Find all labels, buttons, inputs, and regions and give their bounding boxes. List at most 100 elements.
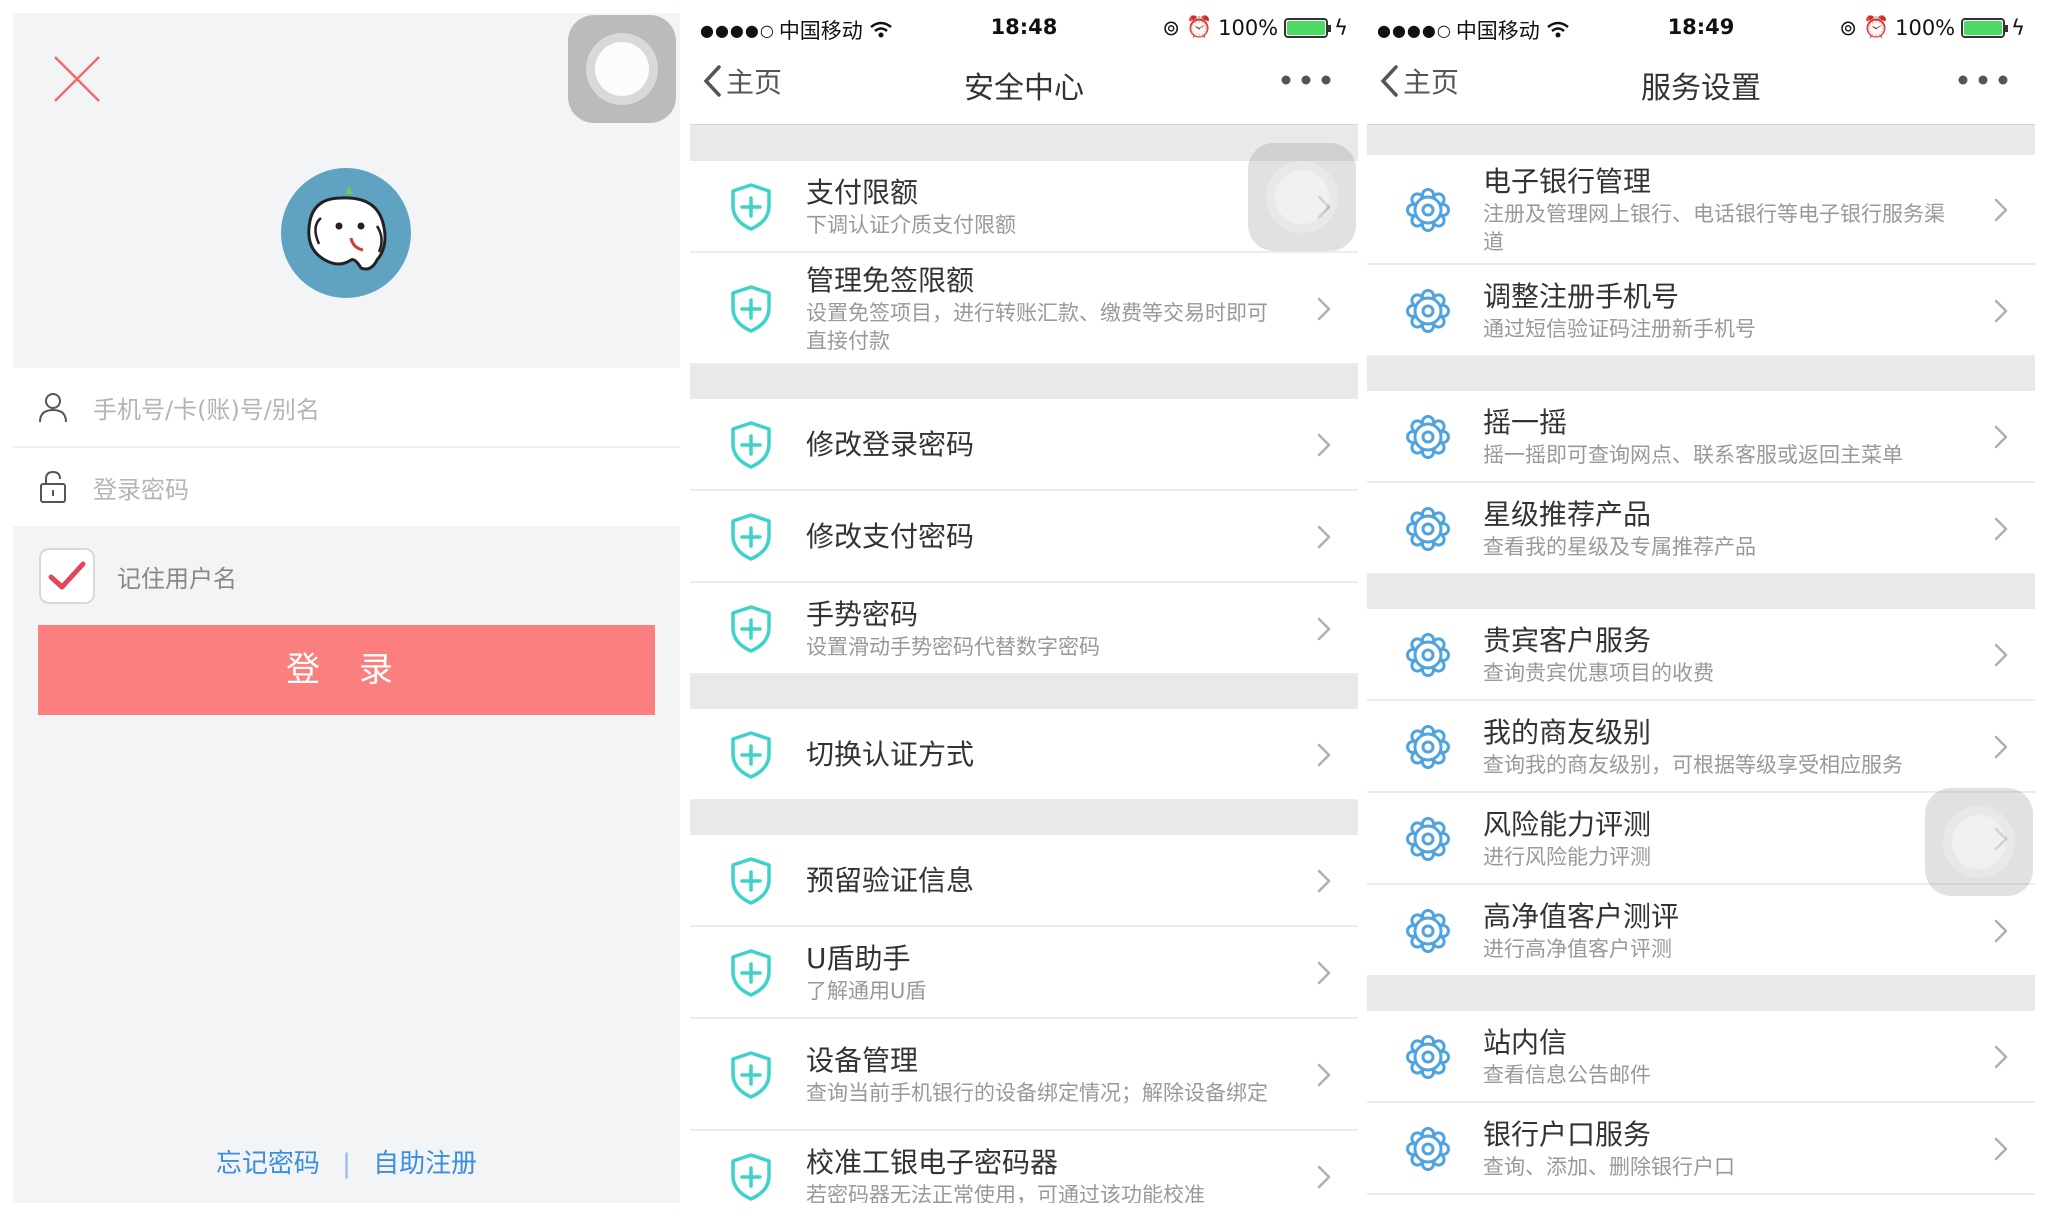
user-icon [39, 393, 67, 423]
username-field[interactable]: 手机号/卡(账)号/别名 [13, 368, 680, 446]
item-title: 风险能力评测 [1483, 808, 1652, 841]
shield-icon [731, 731, 771, 779]
list-item-calibrate-token[interactable]: 校准工银电子密码器 若密码器无法正常使用，可通过该功能校准 [690, 1131, 1358, 1203]
item-title: 调整注册手机号 [1483, 280, 1680, 313]
chevron-right-icon [1317, 1063, 1331, 1087]
list-item-login-password[interactable]: 修改登录密码 [690, 399, 1358, 491]
gear-icon [1406, 909, 1450, 953]
chevron-right-icon [1994, 735, 2008, 759]
item-subtitle: 查询、添加、删除银行户口 [1483, 1155, 1735, 1179]
item-subtitle: 查看我的星级及专属推荐产品 [1483, 535, 1756, 559]
item-title: 站内信 [1483, 1026, 1568, 1059]
gear-icon [1406, 415, 1450, 459]
status-bar: ●●●●○ 中国移动 18:49 ⊚ ⏰ 100% ϟ [1367, 13, 2035, 43]
username-placeholder: 手机号/卡(账)号/别名 [93, 395, 320, 424]
list-item-ushield-assistant[interactable]: U盾助手了解通用U盾 [690, 927, 1358, 1019]
self-register-link[interactable]: 自助注册 [373, 1149, 477, 1179]
section-gap [1367, 977, 2035, 1011]
list-item-shake[interactable]: 摇一摇 摇一摇即可查询网点、联系客服或返回主菜单 [1367, 391, 2035, 483]
password-field[interactable]: 登录密码 [13, 448, 680, 526]
section-gap [690, 365, 1358, 399]
battery-percent: 100% [1895, 15, 1956, 40]
chevron-right-icon [1317, 617, 1331, 641]
login-button[interactable]: 登 录 [38, 625, 655, 715]
assistive-touch-icon[interactable] [1248, 143, 1356, 251]
alarm-icon: ⏰ [1862, 15, 1890, 39]
list-item-star-products[interactable]: 星级推荐产品查看我的星级及专属推荐产品 [1367, 483, 2035, 575]
list-item-ebank-management[interactable]: 电子银行管理 注册及管理网上银行、电话银行等电子银行服务渠道 [1367, 155, 2035, 265]
chevron-right-icon [1317, 433, 1331, 457]
list-item-inbox[interactable]: 站内信查看信息公告邮件 [1367, 1011, 2035, 1103]
assistive-touch-icon[interactable] [568, 15, 676, 123]
list-item-business-level[interactable]: 我的商友级别 查询我的商友级别，可根据等级享受相应服务 [1367, 701, 2035, 793]
list-item-free-sign-limit[interactable]: 管理免签限额 设置免签项目，进行转账汇款、缴费等交易时即可直接付款 [690, 253, 1358, 365]
chevron-right-icon [1994, 643, 2008, 667]
chevron-right-icon [1317, 743, 1331, 767]
list-item-switch-auth[interactable]: 切换认证方式 [690, 709, 1358, 801]
shield-icon [731, 605, 771, 653]
more-icon[interactable] [1955, 65, 2011, 95]
item-title: 电子银行管理 [1483, 165, 1652, 198]
status-bar: ●●●●○ 中国移动 18:48 ⊚ ⏰ 100% ϟ [690, 13, 1358, 43]
shield-icon [731, 285, 771, 333]
forgot-password-link[interactable]: 忘记密码 [216, 1149, 320, 1179]
shield-icon [731, 513, 771, 561]
chevron-right-icon [1317, 1165, 1331, 1189]
item-subtitle: 了解通用U盾 [806, 979, 927, 1003]
bottom-links: 忘记密码 | 自助注册 [13, 1143, 680, 1180]
remember-username[interactable]: 记住用户名 [39, 548, 237, 604]
more-icon[interactable] [1278, 65, 1334, 95]
list-item-bank-account-service[interactable]: 银行户口服务 查询、添加、删除银行户口 [1367, 1103, 2035, 1195]
item-title: 校准工银电子密码器 [806, 1146, 1059, 1179]
item-subtitle: 下调认证介质支付限额 [806, 213, 1016, 237]
shield-icon [731, 857, 771, 905]
list-item-vip-service[interactable]: 贵宾客户服务查询贵宾优惠项目的收费 [1367, 609, 2035, 701]
gear-icon [1406, 1127, 1450, 1171]
charging-icon: ϟ [1334, 15, 1348, 40]
gear-icon [1406, 817, 1450, 861]
item-title: 星级推荐产品 [1483, 498, 1652, 531]
alarm-icon: ⏰ [1185, 15, 1213, 39]
service-list: 电子银行管理 注册及管理网上银行、电话银行等电子银行服务渠道 调整注册手机号 通过短… [1367, 125, 2035, 1195]
item-subtitle: 设置滑动手势密码代替数字密码 [806, 635, 1100, 659]
chevron-right-icon [1994, 299, 2008, 323]
item-subtitle: 查看信息公告邮件 [1483, 1063, 1651, 1087]
chevron-right-icon [1994, 1137, 2008, 1161]
list-item-device-management[interactable]: 设备管理查询当前手机银行的设备绑定情况；解除设备绑定 [690, 1019, 1358, 1131]
item-title: 管理免签限额 [806, 264, 975, 297]
assistive-touch-icon[interactable] [1925, 788, 2033, 896]
orientation-lock-icon: ⊚ [1162, 15, 1180, 40]
service-settings-screen: ●●●●○ 中国移动 18:49 ⊚ ⏰ 100% ϟ 主页 服务设置 电子银行… [1367, 13, 2035, 1203]
chevron-right-icon [1994, 198, 2008, 222]
section-gap [1367, 357, 2035, 391]
item-title: U盾助手 [806, 942, 911, 975]
item-title: 预留验证信息 [806, 864, 975, 897]
item-subtitle: 进行高净值客户评测 [1483, 937, 1672, 961]
item-title: 贵宾客户服务 [1483, 624, 1652, 657]
battery-percent: 100% [1218, 15, 1279, 40]
list-item-pay-password[interactable]: 修改支付密码 [690, 491, 1358, 583]
chevron-right-icon [1994, 919, 2008, 943]
orientation-lock-icon: ⊚ [1839, 15, 1857, 40]
item-title: 设备管理 [806, 1044, 919, 1077]
list-item-gesture-password[interactable]: 手势密码 设置滑动手势密码代替数字密码 [690, 583, 1358, 675]
remember-checkbox[interactable] [39, 548, 95, 604]
check-icon [48, 561, 86, 590]
section-gap [690, 801, 1358, 835]
close-icon[interactable] [51, 53, 103, 105]
list-item-change-phone[interactable]: 调整注册手机号 通过短信验证码注册新手机号 [1367, 265, 2035, 357]
item-title: 我的商友级别 [1483, 716, 1652, 749]
list-item-hnw-assessment[interactable]: 高净值客户测评 进行高净值客户评测 [1367, 885, 2035, 977]
avatar [281, 168, 411, 298]
link-separator: | [342, 1149, 351, 1179]
list-item-reserved-info[interactable]: 预留验证信息 [690, 835, 1358, 927]
section-gap [1367, 125, 2035, 155]
item-subtitle: 查询贵宾优惠项目的收费 [1483, 661, 1714, 685]
battery-icon [1961, 17, 2009, 38]
chevron-right-icon [1994, 517, 2008, 541]
item-title: 摇一摇 [1483, 406, 1568, 439]
item-title: 修改支付密码 [806, 520, 975, 553]
item-subtitle: 查询当前手机银行的设备绑定情况；解除设备绑定 [806, 1081, 1268, 1105]
nav-bar: 主页 服务设置 [1367, 43, 2035, 125]
shield-icon [731, 421, 771, 469]
